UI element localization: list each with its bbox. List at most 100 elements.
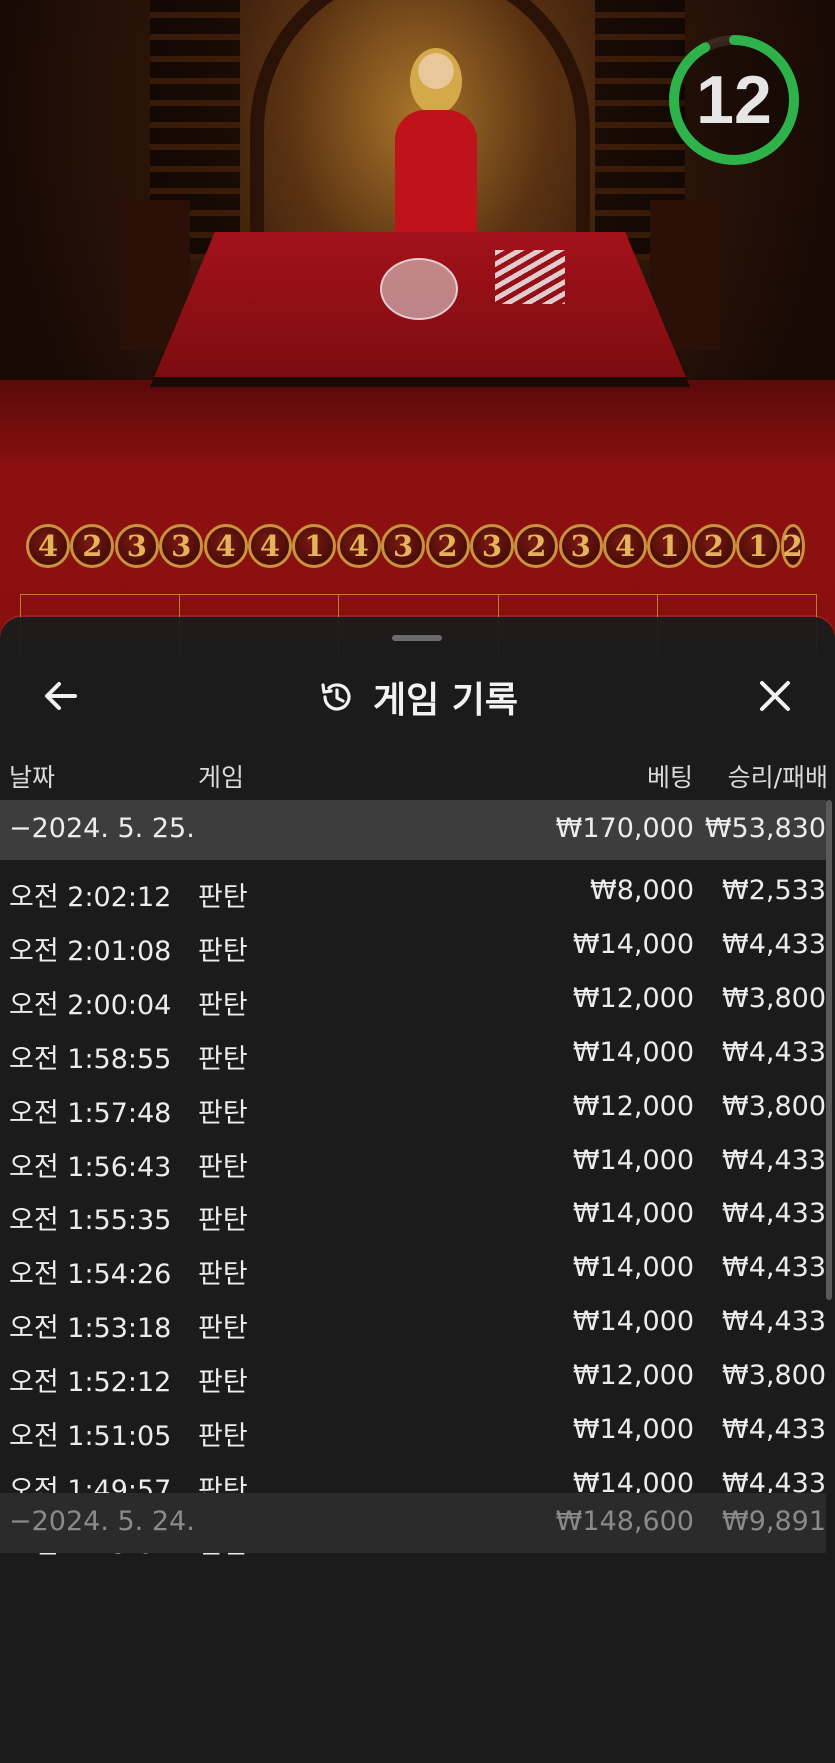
column-header-date: 날짜 <box>9 763 56 792</box>
row-result: ₩2,533 <box>722 875 826 906</box>
history-table: −2024. 5. 25. ₩170,000 ₩53,830 오전 2:02:12 판탄… <box>0 800 835 1763</box>
row-time: 오전 2:00:04 <box>9 989 172 1021</box>
date-group-row[interactable]: −2024. 5. 24. ₩148,600 ₩9,891 <box>0 1493 826 1553</box>
result-history-coin: 2 <box>425 524 470 568</box>
group-result-total: ₩9,891 <box>722 1506 826 1537</box>
result-history-coin: 3 <box>469 524 514 568</box>
row-bet: ₩14,000 <box>572 1036 694 1068</box>
row-bet: ₩12,000 <box>572 982 694 1014</box>
row-game: 판탄 <box>198 1205 248 1237</box>
close-button[interactable] <box>752 673 798 719</box>
date-group-label: −2024. 5. 25. <box>9 813 195 844</box>
row-result: ₩4,433 <box>722 1144 826 1176</box>
result-history-coin: 1 <box>292 524 337 568</box>
row-game: 판탄 <box>198 1151 248 1183</box>
row-time: 오전 1:58:55 <box>9 1043 172 1075</box>
row-time: 오전 1:54:26 <box>9 1259 172 1291</box>
row-time: 오전 1:55:35 <box>9 1205 172 1237</box>
history-clock-icon <box>321 683 351 711</box>
result-history-coin: 4 <box>603 524 648 568</box>
timer-value: 12 <box>696 62 772 138</box>
dealer <box>385 40 485 250</box>
row-time: 오전 1:51:05 <box>9 1421 172 1452</box>
table-row[interactable]: 오전 1:54:26 판탄 ₩14,000 ₩4,433 <box>0 1239 826 1299</box>
table-row[interactable]: 오전 1:51:05 판탄 ₩14,000 ₩4,433 <box>0 1401 826 1461</box>
screen: 12 423344143232341212 게임 기록 날짜 게임 베팅 승리/… <box>0 0 835 1763</box>
row-game: 판탄 <box>198 1367 248 1399</box>
collapse-minus-icon: − <box>9 813 32 844</box>
result-history-coin: 4 <box>247 524 292 568</box>
result-history-coin: 2 <box>514 524 559 568</box>
row-result: ₩4,433 <box>722 1252 826 1284</box>
row-bet: ₩14,000 <box>572 1306 694 1338</box>
table-row[interactable]: 오전 1:57:48 판탄 ₩12,000 ₩3,800 <box>0 1078 826 1138</box>
back-button[interactable] <box>38 673 84 719</box>
result-history-coin: 3 <box>558 524 603 568</box>
row-result: ₩4,433 <box>722 1414 826 1445</box>
row-time: 오전 2:02:12 <box>9 882 172 913</box>
group-date: 2024. 5. 25. <box>31 813 195 844</box>
date-group-row[interactable]: −2024. 5. 25. ₩170,000 ₩53,830 <box>0 800 826 860</box>
table-row[interactable]: 오전 1:53:18 판탄 ₩14,000 ₩4,433 <box>0 1293 826 1353</box>
row-game: 판탄 <box>198 882 248 913</box>
group-result-total: ₩53,830 <box>704 813 826 844</box>
row-bet: ₩14,000 <box>572 928 694 960</box>
collapse-minus-icon: − <box>9 1506 32 1537</box>
result-history-coin: 3 <box>159 524 204 568</box>
result-history-coin: 4 <box>203 524 248 568</box>
row-result: ₩3,800 <box>722 982 826 1014</box>
row-bet: ₩14,000 <box>572 1198 694 1230</box>
result-history-coin: 3 <box>114 524 159 568</box>
dealer-head <box>410 48 462 114</box>
row-bet: ₩12,000 <box>572 1360 694 1392</box>
row-game: 판탄 <box>198 1313 248 1345</box>
row-result: ₩4,433 <box>722 1036 826 1068</box>
column-header-row: 날짜 게임 베팅 승리/패배 <box>0 750 835 800</box>
row-result: ₩3,800 <box>722 1360 826 1392</box>
bead-dome <box>380 258 458 320</box>
table-row[interactable]: 오전 2:02:12 판탄 ₩8,000 ₩2,533 <box>0 862 826 922</box>
sheet-header: 게임 기록 <box>0 657 835 737</box>
row-result: ₩4,433 <box>722 1198 826 1230</box>
bead-rows <box>495 250 565 304</box>
row-game: 판탄 <box>198 1421 248 1452</box>
row-game: 판탄 <box>198 989 248 1021</box>
row-bet: ₩14,000 <box>572 1144 694 1176</box>
result-history-coin: 2 <box>691 524 736 568</box>
row-result: ₩3,800 <box>722 1090 826 1122</box>
row-bet: ₩14,000 <box>572 1252 694 1284</box>
result-history-coin: 2 <box>780 524 805 568</box>
sheet-title: 게임 기록 <box>372 680 518 721</box>
column-header-bet: 베팅 <box>646 763 693 792</box>
row-time: 오전 1:56:43 <box>9 1151 172 1183</box>
row-bet: ₩12,000 <box>572 1090 694 1122</box>
scrollbar[interactable] <box>826 800 832 1300</box>
row-bet: ₩8,000 <box>590 875 694 906</box>
table-row[interactable]: 오전 1:58:55 판탄 ₩14,000 ₩4,433 <box>0 1024 826 1084</box>
arrow-left-icon <box>45 682 77 710</box>
sheet-drag-handle[interactable] <box>392 635 442 641</box>
row-result: ₩4,433 <box>722 1306 826 1338</box>
row-game: 판탄 <box>198 935 248 967</box>
row-bet: ₩14,000 <box>572 1414 694 1445</box>
row-game: 판탄 <box>198 1097 248 1129</box>
result-history-coin: 4 <box>336 524 381 568</box>
table-row[interactable]: 오전 2:01:08 판탄 ₩14,000 ₩4,433 <box>0 916 826 976</box>
result-history-strip: 423344143232341212 <box>26 524 805 578</box>
group-bet-total: ₩170,000 <box>555 813 694 844</box>
table-row[interactable]: 오전 2:00:04 판탄 ₩12,000 ₩3,800 <box>0 970 826 1030</box>
result-history-coin: 3 <box>381 524 426 568</box>
sheet-title-group: 게임 기록 <box>0 657 835 737</box>
result-history-coin: 1 <box>736 524 781 568</box>
row-game: 판탄 <box>198 1043 248 1075</box>
column-header-game: 게임 <box>198 763 245 792</box>
group-bet-total: ₩148,600 <box>555 1506 694 1537</box>
row-time: 오전 1:57:48 <box>9 1097 172 1129</box>
row-time: 오전 1:53:18 <box>9 1313 172 1345</box>
dealer-body <box>395 110 477 250</box>
table-row[interactable]: 오전 1:52:12 판탄 ₩12,000 ₩3,800 <box>0 1347 826 1407</box>
table-row[interactable]: 오전 1:55:35 판탄 ₩14,000 ₩4,433 <box>0 1185 826 1245</box>
date-group-label: −2024. 5. 24. <box>9 1506 195 1537</box>
table-row[interactable]: 오전 1:56:43 판탄 ₩14,000 ₩4,433 <box>0 1132 826 1192</box>
countdown-timer: 12 <box>664 30 804 170</box>
